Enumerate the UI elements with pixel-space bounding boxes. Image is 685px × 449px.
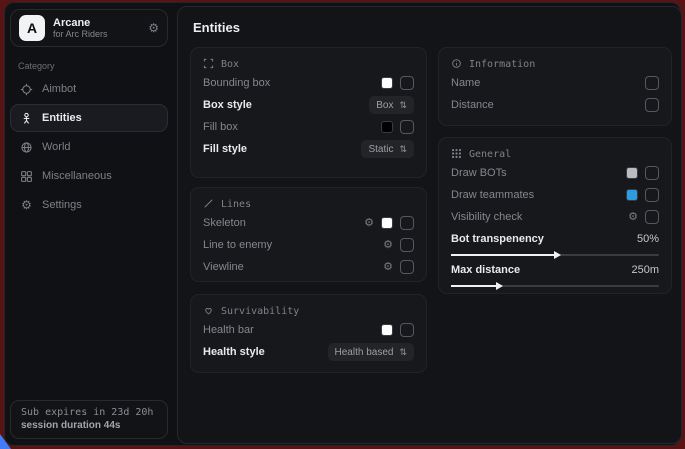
gear-icon: ⚙ xyxy=(20,199,33,212)
sidebar-item-label: Settings xyxy=(42,199,82,211)
sidebar-item-label: Miscellaneous xyxy=(42,170,112,182)
sidebar-item-settings[interactable]: ⚙ Settings xyxy=(10,191,168,219)
checkbox[interactable] xyxy=(645,76,659,90)
dots-grid-icon xyxy=(451,148,462,162)
sidebar-nav: Aimbot Entities World xyxy=(10,75,168,219)
page-title: Entities xyxy=(193,20,240,35)
panel-title: Lines xyxy=(221,199,251,210)
sidebar-item-aimbot[interactable]: Aimbot xyxy=(10,75,168,103)
setting-row-bounding-box: Bounding box xyxy=(203,72,414,94)
app-logo: A xyxy=(19,15,45,41)
checkbox[interactable] xyxy=(645,210,659,224)
heart-icon xyxy=(203,305,214,319)
health-style-dropdown[interactable]: Health based ⇅ xyxy=(328,343,414,361)
app-window: A Arcane for Arc Riders ⚙ Category Aimbo… xyxy=(4,2,681,446)
slider-value: 50% xyxy=(637,233,659,245)
corner-brackets-icon xyxy=(203,58,214,72)
panel-survivability: Survivability Health bar Health style He… xyxy=(190,294,427,373)
setting-row-draw-teammates: Draw teammates xyxy=(451,184,659,206)
sidebar-item-label: Entities xyxy=(42,112,82,124)
panel-lines: Lines Skeleton ⚙ Line to enemy ⚙ Viewlin… xyxy=(190,187,427,282)
slider-value: 250m xyxy=(631,264,659,276)
setting-row-distance: Distance xyxy=(451,94,659,116)
app-tagline: for Arc Riders xyxy=(53,29,140,39)
panel-title: Information xyxy=(469,59,535,70)
checkbox[interactable] xyxy=(400,76,414,90)
setting-row-health-bar: Health bar xyxy=(203,319,414,341)
checkbox[interactable] xyxy=(400,120,414,134)
setting-row-draw-bots: Draw BOTs xyxy=(451,162,659,184)
checkbox[interactable] xyxy=(400,323,414,337)
grid-icon xyxy=(20,170,33,183)
color-swatch[interactable] xyxy=(381,77,393,89)
session-duration-text: session duration 44s xyxy=(21,420,157,431)
info-icon xyxy=(451,58,462,72)
panel-title: Box xyxy=(221,59,239,70)
color-swatch[interactable] xyxy=(381,217,393,229)
globe-icon xyxy=(20,141,33,154)
sidebar-item-label: World xyxy=(42,141,71,153)
color-swatch[interactable] xyxy=(626,189,638,201)
sidebar: A Arcane for Arc Riders ⚙ Category Aimbo… xyxy=(5,3,173,445)
panel-general: General Draw BOTs Draw teammates Visibil… xyxy=(438,137,672,294)
app-name: Arcane xyxy=(53,17,140,30)
gear-icon[interactable]: ⚙ xyxy=(383,240,393,251)
color-swatch[interactable] xyxy=(381,121,393,133)
line-icon xyxy=(203,198,214,212)
checkbox[interactable] xyxy=(645,166,659,180)
box-style-dropdown[interactable]: Box ⇅ xyxy=(369,96,414,114)
sub-expiry-text: Sub expires in 23d 20h xyxy=(21,407,157,418)
sidebar-item-miscellaneous[interactable]: Miscellaneous xyxy=(10,162,168,190)
sidebar-item-entities[interactable]: Entities xyxy=(10,104,168,132)
fill-style-dropdown[interactable]: Static ⇅ xyxy=(361,140,414,158)
main-content: Entities Box Bounding box Box style xyxy=(177,6,682,444)
sidebar-item-label: Aimbot xyxy=(42,83,76,95)
setting-row-visibility-check: Visibility check ⚙ xyxy=(451,206,659,228)
setting-row-health-style: Health style Health based ⇅ xyxy=(203,341,414,363)
config-gear-icon[interactable]: ⚙ xyxy=(148,21,159,35)
updown-arrows-icon: ⇅ xyxy=(399,144,407,155)
setting-row-line-to-enemy: Line to enemy ⚙ xyxy=(203,234,414,256)
checkbox[interactable] xyxy=(645,98,659,112)
setting-row-fill-style: Fill style Static ⇅ xyxy=(203,138,414,160)
skeleton-icon xyxy=(20,112,33,125)
panel-title: Survivability xyxy=(221,306,299,317)
color-swatch[interactable] xyxy=(626,167,638,179)
setting-row-viewline: Viewline ⚙ xyxy=(203,256,414,278)
setting-row-fill-box: Fill box xyxy=(203,116,414,138)
gear-icon[interactable]: ⚙ xyxy=(628,212,638,223)
panel-information: Information Name Distance xyxy=(438,47,672,126)
checkbox[interactable] xyxy=(400,238,414,252)
setting-row-skeleton: Skeleton ⚙ xyxy=(203,212,414,234)
category-label: Category xyxy=(18,61,168,71)
panel-title: General xyxy=(469,149,511,160)
logo-card: A Arcane for Arc Riders ⚙ xyxy=(10,9,168,47)
checkbox[interactable] xyxy=(400,260,414,274)
gear-icon[interactable]: ⚙ xyxy=(364,218,374,229)
color-swatch[interactable] xyxy=(381,324,393,336)
max-distance-slider[interactable] xyxy=(451,282,659,290)
setting-row-bot-transparency: Bot transpenency 50% xyxy=(451,230,659,259)
updown-arrows-icon: ⇅ xyxy=(399,100,407,111)
setting-row-name: Name xyxy=(451,72,659,94)
crosshair-icon xyxy=(20,83,33,96)
setting-row-max-distance: Max distance 250m xyxy=(451,261,659,290)
sidebar-item-world[interactable]: World xyxy=(10,133,168,161)
panel-box: Box Bounding box Box style Box ⇅ Fill bo… xyxy=(190,47,427,178)
bot-transparency-slider[interactable] xyxy=(451,251,659,259)
gear-icon[interactable]: ⚙ xyxy=(383,262,393,273)
checkbox[interactable] xyxy=(645,188,659,202)
updown-arrows-icon: ⇅ xyxy=(399,347,407,358)
setting-row-box-style: Box style Box ⇅ xyxy=(203,94,414,116)
subscription-info-card: Sub expires in 23d 20h session duration … xyxy=(10,400,168,439)
checkbox[interactable] xyxy=(400,216,414,230)
